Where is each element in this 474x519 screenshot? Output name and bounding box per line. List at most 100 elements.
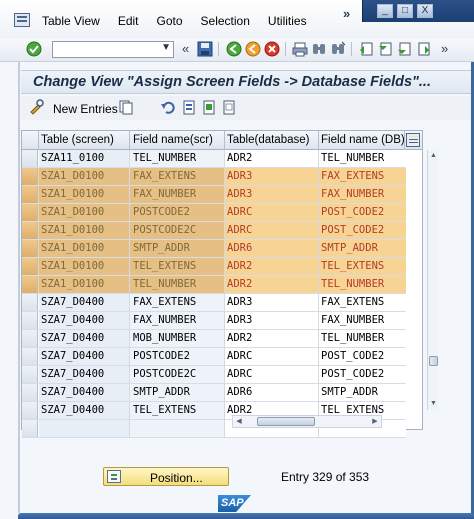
cell-table-database[interactable]: ADR2 [227, 152, 252, 164]
cancel-icon[interactable] [264, 41, 280, 57]
cell-field-name-db[interactable]: POST_CODE2 [321, 350, 384, 362]
cell-field-name-db[interactable]: TEL_EXTENS [321, 260, 384, 272]
row-selector[interactable] [22, 366, 38, 383]
copy-icon[interactable] [119, 100, 133, 115]
first-page-icon[interactable] [358, 41, 374, 57]
row-selector[interactable] [22, 312, 38, 329]
chevron-down-icon[interactable]: ▼ [161, 42, 171, 53]
menu-item-edit[interactable]: Edit [118, 14, 139, 28]
next-page-icon[interactable] [396, 41, 412, 57]
cell-field-name-db[interactable]: TEL_NUMBER [321, 152, 384, 164]
display-change-icon[interactable] [29, 99, 45, 115]
column-header-field-name-scr[interactable]: Field name(scr) [133, 134, 213, 146]
row-selector[interactable] [22, 348, 38, 365]
scroll-right-icon[interactable]: ▶ [370, 416, 380, 427]
table-row[interactable]: SZA7_D0400 SMTP_ADDR ADR6 SMTP_ADDR [22, 384, 406, 402]
select-all-icon[interactable] [182, 100, 197, 115]
cell-table-database[interactable]: ADR3 [227, 296, 252, 308]
cell-field-name-db[interactable]: POST_CODE2 [321, 224, 384, 236]
select-block-icon[interactable] [202, 100, 217, 115]
cell-field-name-db[interactable]: TEL_NUMBER [321, 332, 384, 344]
table-row[interactable]: SZA7_D0400 FAX_NUMBER ADR3 FAX_NUMBER [22, 312, 406, 330]
toolbar-more-button[interactable]: » [441, 41, 448, 56]
row-selector[interactable] [22, 420, 38, 437]
horizontal-scrollbar[interactable]: ◀ ▶ [232, 415, 382, 428]
back-icon[interactable] [226, 41, 242, 57]
vertical-scroll-thumb[interactable] [429, 356, 438, 366]
column-header-table-database[interactable]: Table(database) [227, 134, 309, 146]
row-selector[interactable] [22, 150, 38, 167]
cell-table-database[interactable]: ADR2 [227, 260, 252, 272]
horizontal-scroll-thumb[interactable] [257, 417, 315, 426]
row-selector[interactable] [22, 240, 38, 257]
print-icon[interactable] [292, 41, 308, 57]
find-next-icon[interactable] [330, 41, 346, 57]
position-button[interactable]: Position... [103, 467, 229, 486]
column-header-table-screen[interactable]: Table (screen) [41, 134, 114, 146]
table-row[interactable]: SZA1_D0100 POSTCODE2 ADRC POST_CODE2 [22, 204, 406, 222]
cell-table-database[interactable]: ADRC [227, 350, 252, 362]
maximize-button[interactable]: □ [397, 4, 413, 18]
table-row[interactable]: SZA1_D0100 FAX_EXTENS ADR3 FAX_EXTENS [22, 168, 406, 186]
cell-table-database[interactable]: ADR2 [227, 278, 252, 290]
cell-table-database[interactable]: ADR6 [227, 386, 252, 398]
menu-more-button[interactable]: » [343, 6, 350, 21]
undo-icon[interactable] [161, 100, 176, 115]
cell-table-database[interactable]: ADRC [227, 206, 252, 218]
row-selector[interactable] [22, 402, 38, 419]
table-settings-icon[interactable] [406, 133, 420, 147]
cell-field-name-db[interactable]: FAX_NUMBER [321, 188, 384, 200]
table-row[interactable]: SZA7_D0400 POSTCODE2C ADRC POST_CODE2 [22, 366, 406, 384]
table-row[interactable]: SZA7_D0400 POSTCODE2 ADRC POST_CODE2 [22, 348, 406, 366]
row-selector[interactable] [22, 258, 38, 275]
cell-table-database[interactable]: ADR3 [227, 170, 252, 182]
column-header-field-name-db[interactable]: Field name (DB) [321, 134, 405, 146]
cell-table-database[interactable]: ADR6 [227, 242, 252, 254]
scroll-down-icon[interactable]: ▼ [429, 399, 438, 408]
row-selector[interactable] [22, 204, 38, 221]
collapse-toolbar-button[interactable]: « [182, 41, 189, 56]
row-selector[interactable] [22, 222, 38, 239]
new-entries-button[interactable]: New Entries [53, 102, 118, 116]
previous-page-icon[interactable] [377, 41, 393, 57]
cell-field-name-db[interactable]: TEL_NUMBER [321, 278, 384, 290]
menu-item-goto[interactable]: Goto [157, 14, 183, 28]
command-field[interactable]: ▼ [52, 41, 174, 58]
table-row[interactable]: SZA7_D0400 FAX_EXTENS ADR3 FAX_EXTENS [22, 294, 406, 312]
table-row[interactable]: SZA1_D0100 POSTCODE2C ADRC POST_CODE2 [22, 222, 406, 240]
row-selector[interactable] [22, 330, 38, 347]
table-row[interactable]: SZA1_D0100 SMTP_ADDR ADR6 SMTP_ADDR [22, 240, 406, 258]
table-row[interactable]: SZA1_D0100 TEL_NUMBER ADR2 TEL_NUMBER [22, 276, 406, 294]
menu-item-selection[interactable]: Selection [201, 14, 250, 28]
row-selector[interactable] [22, 186, 38, 203]
menu-item-table-view[interactable]: Table View [42, 14, 100, 28]
table-row[interactable]: SZA1_D0100 TEL_EXTENS ADR2 TEL_EXTENS [22, 258, 406, 276]
row-selector[interactable] [22, 168, 38, 185]
table-row[interactable]: SZA11_0100 TEL_NUMBER ADR2 TEL_NUMBER [22, 150, 406, 168]
cell-field-name-db[interactable]: SMTP_ADDR [321, 242, 378, 254]
find-icon[interactable] [311, 41, 327, 57]
menu-icon[interactable] [14, 13, 30, 27]
menu-item-utilities[interactable]: Utilities [268, 14, 307, 28]
scroll-left-icon[interactable]: ◀ [234, 416, 244, 427]
cell-table-database[interactable]: ADRC [227, 224, 252, 236]
cell-field-name-db[interactable]: FAX_EXTENS [321, 296, 384, 308]
cell-table-database[interactable]: ADR2 [227, 332, 252, 344]
cell-table-database[interactable]: ADRC [227, 368, 252, 380]
cell-table-database[interactable]: ADR3 [227, 188, 252, 200]
enter-check-icon[interactable] [26, 41, 42, 57]
save-icon[interactable] [197, 41, 213, 57]
minimize-button[interactable]: _ [377, 4, 393, 18]
exit-icon[interactable] [245, 41, 261, 57]
table-row[interactable]: SZA7_D0400 MOB_NUMBER ADR2 TEL_NUMBER [22, 330, 406, 348]
scroll-up-icon[interactable]: ▲ [429, 151, 438, 160]
row-selector[interactable] [22, 294, 38, 311]
cell-table-database[interactable]: ADR3 [227, 314, 252, 326]
row-selector[interactable] [22, 276, 38, 293]
cell-field-name-db[interactable]: POST_CODE2 [321, 368, 384, 380]
cell-field-name-db[interactable]: POST_CODE2 [321, 206, 384, 218]
vertical-scrollbar[interactable]: ▲ ▼ [427, 150, 439, 410]
cell-field-name-db[interactable]: FAX_EXTENS [321, 170, 384, 182]
cell-field-name-db[interactable]: FAX_NUMBER [321, 314, 384, 326]
last-page-icon[interactable] [415, 41, 431, 57]
